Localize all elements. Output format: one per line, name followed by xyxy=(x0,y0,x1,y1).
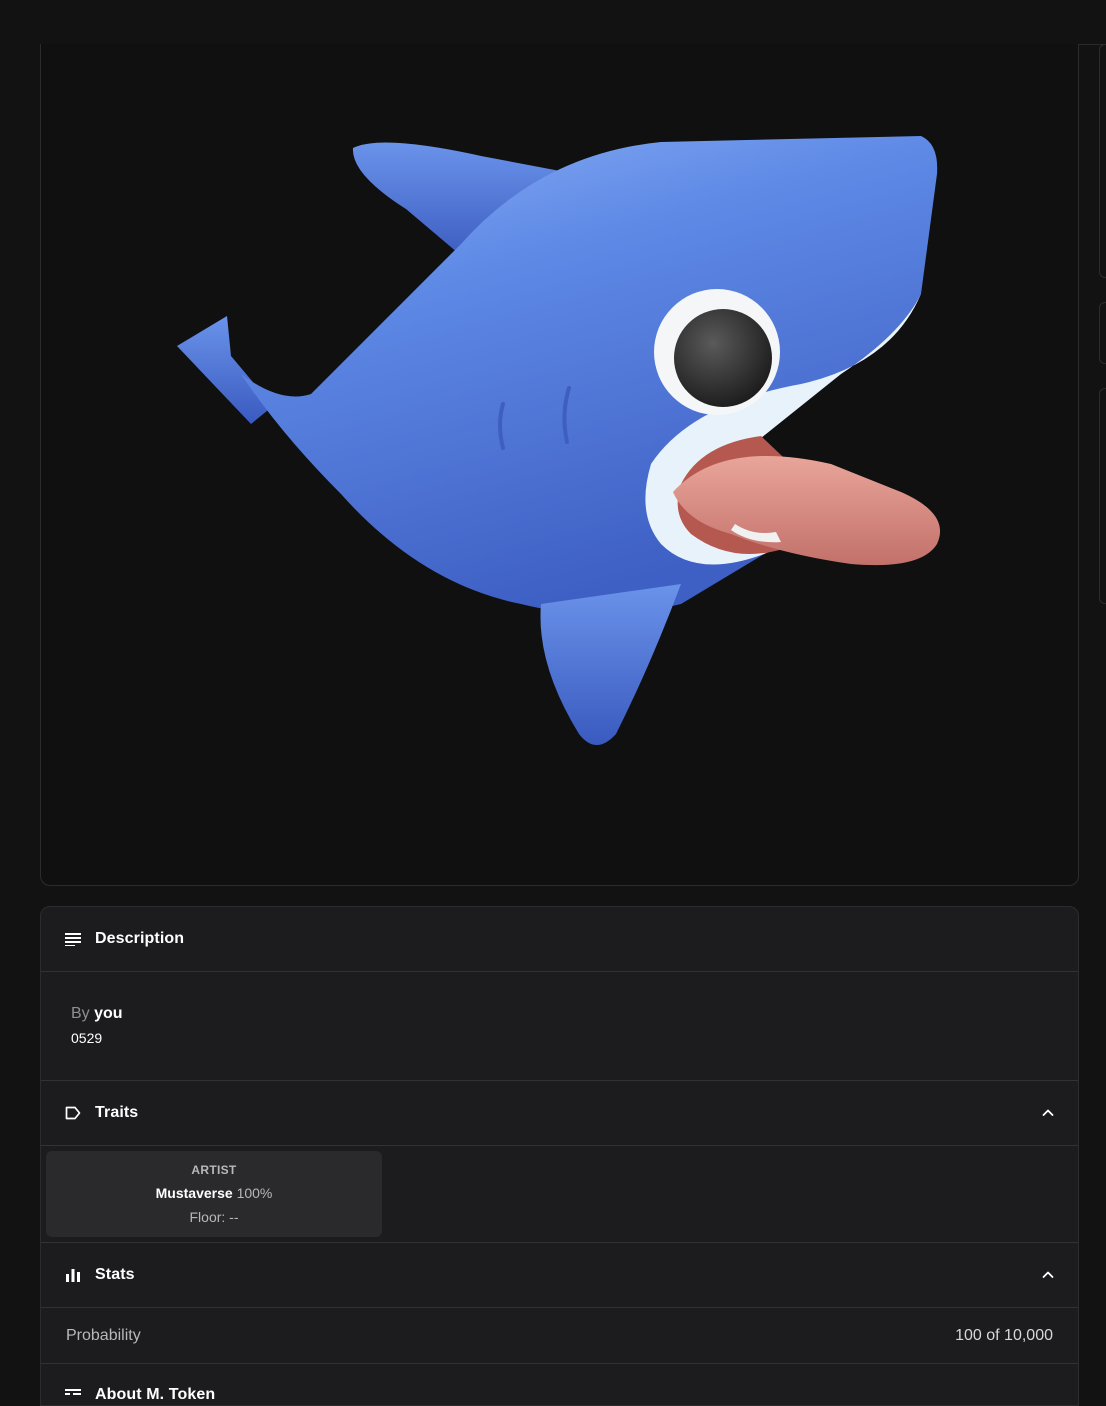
trait-type: ARTIST xyxy=(191,1163,237,1177)
about-header[interactable]: About M. Token xyxy=(41,1373,1078,1405)
side-panel-edge xyxy=(1099,44,1106,1392)
trait-floor: Floor: -- xyxy=(189,1209,239,1225)
side-panel-card-2 xyxy=(1099,302,1106,364)
shark-tail xyxy=(177,316,273,424)
chevron-up-icon[interactable] xyxy=(1040,1267,1056,1283)
bar-chart-icon xyxy=(65,1267,81,1283)
creator-link[interactable]: you xyxy=(94,1005,122,1022)
list-detail-icon xyxy=(65,1387,81,1403)
shark-image xyxy=(177,136,941,745)
details-panel: Description By you 0529 Traits ARTIST Mu… xyxy=(40,906,1079,1406)
about-title: About M. Token xyxy=(95,1386,216,1403)
traits-header[interactable]: Traits xyxy=(41,1081,1078,1145)
stats-header[interactable]: Stats xyxy=(41,1243,1078,1307)
chevron-up-icon[interactable] xyxy=(1040,1105,1056,1121)
trait-value: Mustaverse xyxy=(155,1185,233,1201)
by-prefix: By xyxy=(71,1005,90,1022)
stat-label: Probability xyxy=(66,1327,141,1344)
stat-row-probability: Probability 100 of 10,000 xyxy=(41,1309,1078,1363)
list-lines-icon xyxy=(65,931,81,947)
stat-value: 100 of 10,000 xyxy=(955,1327,1053,1344)
description-header[interactable]: Description xyxy=(41,907,1078,971)
shark-pectoral-fin xyxy=(540,584,681,745)
creator-line: By you xyxy=(71,1005,123,1023)
traits-title: Traits xyxy=(95,1104,139,1121)
tag-icon xyxy=(65,1105,81,1121)
divider xyxy=(41,971,1078,972)
shark-eye-pupil xyxy=(674,309,772,407)
divider xyxy=(41,1307,1078,1308)
trait-percent: 100% xyxy=(236,1185,273,1201)
description-title: Description xyxy=(95,930,185,947)
divider xyxy=(41,1363,1078,1364)
trait-value-row: Mustaverse 100% xyxy=(46,1185,382,1201)
side-panel-card-1 xyxy=(1099,44,1106,278)
trait-card-artist[interactable]: ARTIST Mustaverse 100% Floor: -- xyxy=(46,1151,382,1237)
divider xyxy=(41,1145,1078,1146)
side-panel-card-3 xyxy=(1099,388,1106,604)
stats-title: Stats xyxy=(95,1266,135,1283)
nft-media-viewer[interactable] xyxy=(40,44,1079,886)
token-description-text: 0529 xyxy=(71,1030,103,1046)
